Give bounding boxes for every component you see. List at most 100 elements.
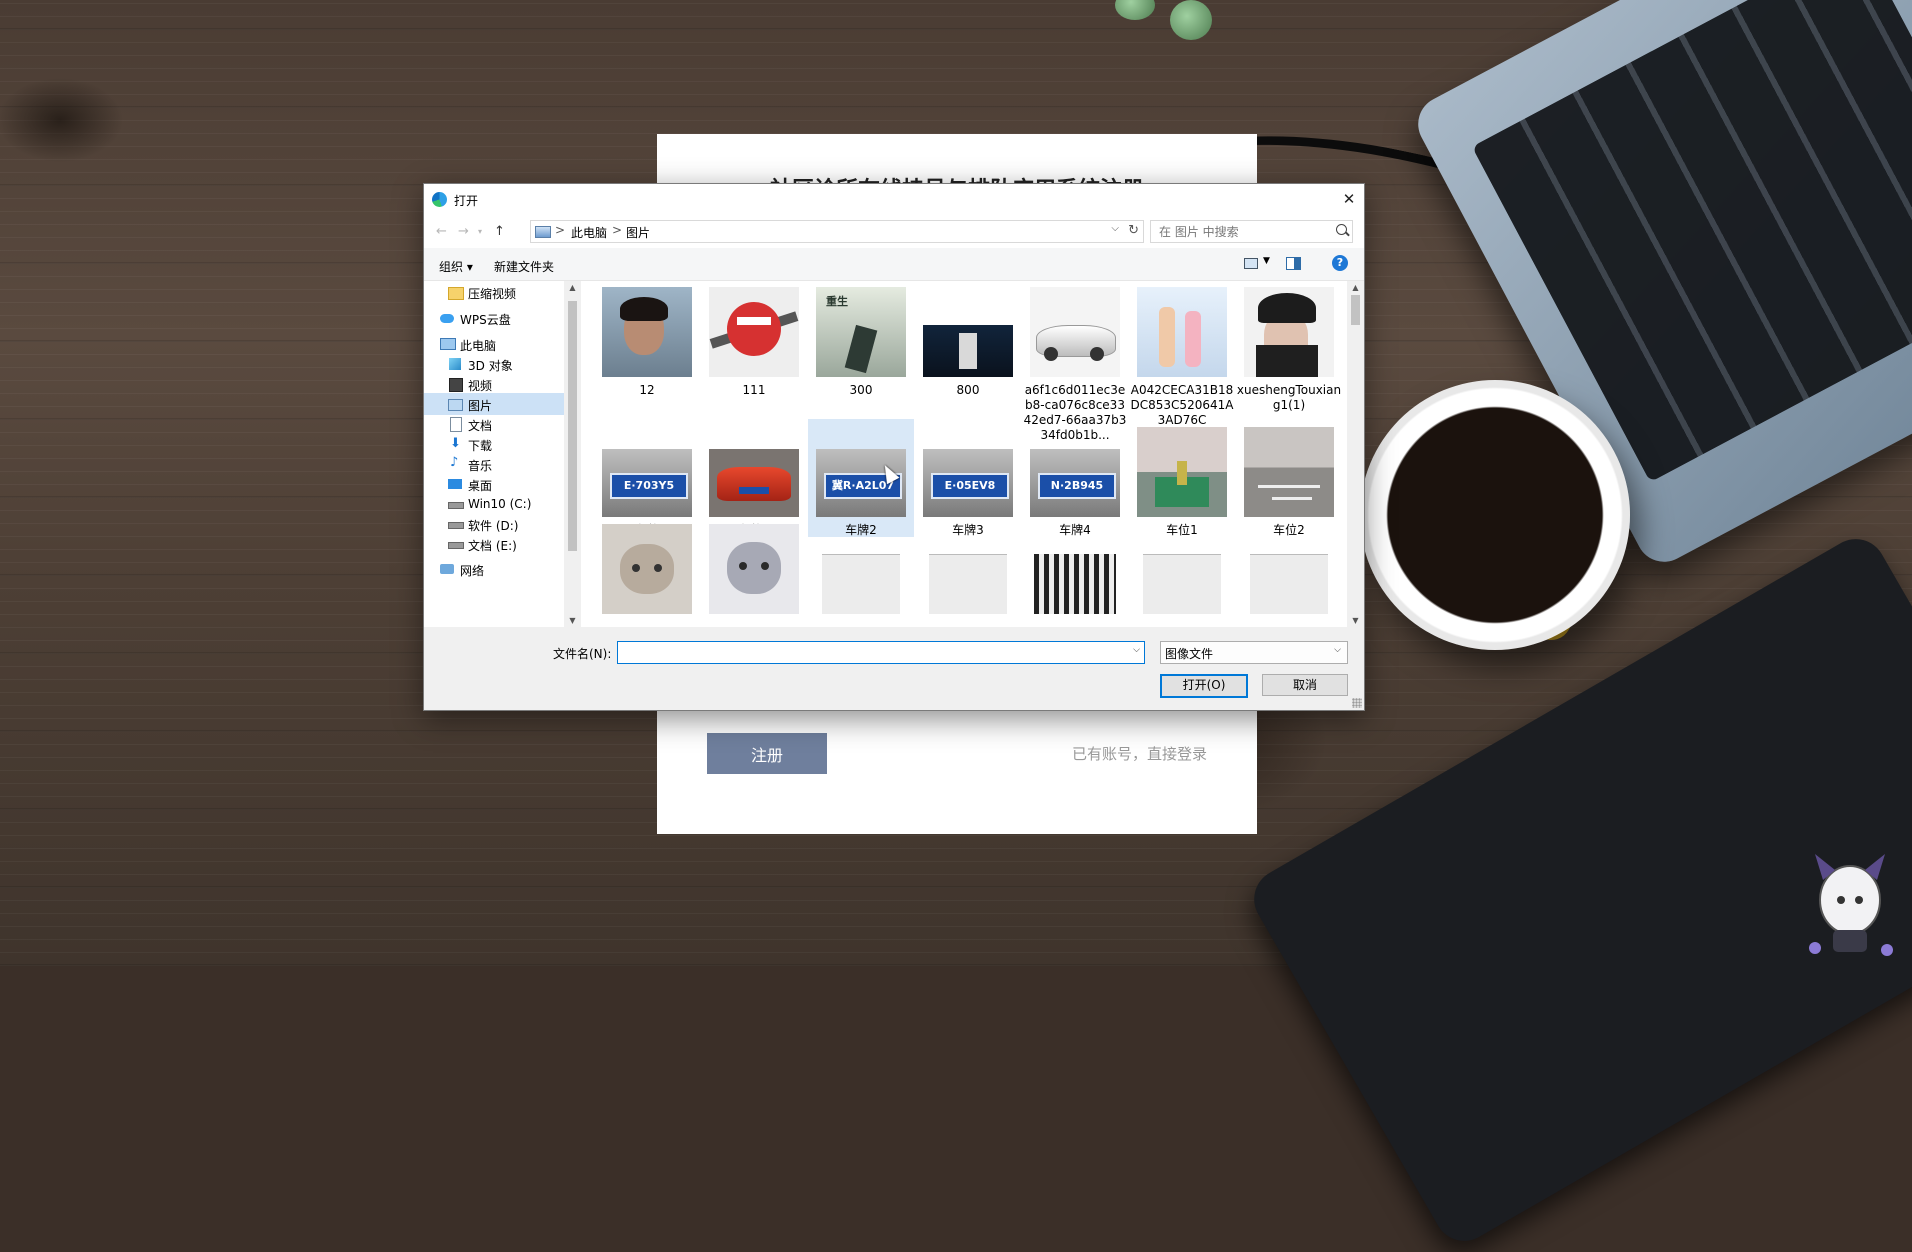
sidebar-item[interactable]: 网络 — [424, 558, 564, 580]
help-icon[interactable]: ? — [1332, 255, 1348, 271]
view-mode-icon[interactable] — [1244, 258, 1258, 269]
file-list: 12 111 重生 300 800 a6f1c6d011ec3eb8-ca076c8ce3… — [581, 281, 1347, 627]
file-thumbnail — [1030, 524, 1120, 614]
file-tile[interactable]: A042CECA31B18DC853C520641A3AD76C — [1129, 287, 1235, 437]
search-icon[interactable] — [1336, 224, 1347, 235]
file-tile[interactable] — [1236, 524, 1342, 627]
preview-pane-icon[interactable] — [1286, 257, 1301, 270]
file-tile[interactable]: 12 — [594, 287, 700, 437]
file-thumbnail — [602, 524, 692, 614]
file-tile[interactable]: a6f1c6d011ec3eb8-ca076c8ce3342ed7-66aa37… — [1022, 287, 1128, 442]
file-tile[interactable] — [594, 524, 700, 627]
file-thumbnail — [1244, 287, 1334, 377]
file-thumbnail — [923, 287, 1013, 377]
up-arrow-icon[interactable]: ↑ — [494, 224, 505, 239]
dialog-title: 打开 — [454, 194, 479, 208]
file-tile[interactable] — [808, 524, 914, 627]
scroll-down-icon[interactable]: ▼ — [564, 616, 581, 625]
sidebar-item-label: 压缩视频 — [468, 287, 517, 301]
scroll-up-icon[interactable]: ▲ — [564, 283, 581, 292]
breadcrumb-pictures[interactable]: 图片 — [626, 224, 650, 241]
file-tile[interactable]: xueshengTouxiang1(1) — [1236, 287, 1342, 437]
forward-arrow-icon[interactable]: → — [458, 224, 469, 239]
drive-icon — [448, 537, 464, 550]
scroll-up-icon[interactable]: ▲ — [1347, 283, 1364, 292]
sidebar-item[interactable]: 此电脑 — [424, 333, 564, 355]
sidebar-item[interactable]: ⬇ 下载 — [424, 433, 564, 455]
chevron-down-icon[interactable]: ▼ — [1263, 256, 1270, 266]
scroll-down-icon[interactable]: ▼ — [1347, 616, 1364, 625]
scrollbar-thumb[interactable] — [568, 301, 577, 551]
sidebar-item[interactable]: ♪ 音乐 — [424, 453, 564, 475]
file-thumbnail: E·703Y5 — [602, 427, 692, 517]
open-button[interactable]: 打开(O) — [1160, 674, 1248, 698]
chevron-down-icon[interactable]: ⌵ — [1133, 645, 1140, 655]
sidebar-item-label: WPS云盘 — [460, 313, 511, 327]
sidebar-item[interactable]: 图片 — [424, 393, 564, 415]
new-folder-button[interactable]: 新建文件夹 — [494, 258, 554, 275]
dialog-titlebar: 打开 ✕ — [424, 184, 1364, 214]
file-tile[interactable]: 111 — [701, 287, 807, 437]
file-thumbnail — [1137, 524, 1227, 614]
refresh-icon[interactable]: ↻ — [1128, 223, 1139, 238]
file-name: xueshengTouxiang1(1) — [1236, 383, 1342, 412]
register-button[interactable]: 注册 — [707, 733, 827, 774]
file-tile[interactable] — [701, 524, 807, 627]
sidebar-item[interactable]: 视频 — [424, 373, 564, 395]
file-thumbnail — [816, 524, 906, 614]
address-bar[interactable]: > 此电脑 > 图片 ⌵ ↻ — [530, 220, 1144, 243]
desktop-icon — [448, 477, 462, 490]
file-scrollbar[interactable]: ▲ ▼ — [1347, 281, 1364, 627]
close-icon[interactable]: ✕ — [1334, 184, 1364, 214]
sidebar-item[interactable]: 桌面 — [424, 473, 564, 495]
search-input[interactable] — [1151, 221, 1329, 242]
file-tile[interactable] — [915, 524, 1021, 627]
video-icon — [448, 377, 463, 392]
back-arrow-icon[interactable]: ← — [436, 224, 447, 239]
sidebar-item[interactable]: 文档 — [424, 413, 564, 435]
sidebar-item-label: 网络 — [460, 564, 485, 578]
sidebar-item[interactable]: WPS云盘 — [424, 307, 564, 329]
file-thumbnail — [709, 427, 799, 517]
filetype-select[interactable]: 图像文件 ⌵ — [1160, 641, 1348, 664]
sidebar-item-label: 音乐 — [468, 459, 493, 473]
file-thumbnail: E·05EV8 — [923, 427, 1013, 517]
chevron-down-icon[interactable]: ⌵ — [1111, 223, 1119, 234]
sidebar-item[interactable]: 文档 (E:) — [424, 533, 564, 555]
sidebar-item-label: 3D 对象 — [468, 359, 513, 373]
sidebar-item-label: 文档 (E:) — [468, 539, 517, 553]
computer-icon — [535, 226, 551, 238]
coffee-cup-decoration — [1360, 380, 1630, 650]
sidebar-item[interactable]: 压缩视频 — [424, 281, 564, 303]
nav-scrollbar[interactable]: ▲ ▼ — [564, 281, 581, 627]
filename-combobox[interactable]: ⌵ — [617, 641, 1145, 664]
cancel-button[interactable]: 取消 — [1262, 674, 1348, 696]
file-name: 800 — [956, 383, 980, 397]
login-link[interactable]: 已有账号，直接登录 — [1072, 743, 1207, 764]
breadcrumb-this-pc[interactable]: 此电脑 — [571, 224, 607, 241]
sidebar-item[interactable]: Win10 (C:) — [424, 493, 564, 515]
sidebar-item-label: 视频 — [468, 379, 493, 393]
scrollbar-thumb[interactable] — [1351, 295, 1360, 325]
filename-label: 文件名(N): — [553, 647, 612, 661]
file-thumbnail — [709, 524, 799, 614]
file-tile[interactable] — [1022, 524, 1128, 627]
search-box[interactable] — [1150, 220, 1353, 243]
file-thumbnail — [1030, 287, 1120, 377]
organize-button[interactable]: 组织 ▾ — [439, 258, 473, 275]
file-name: 12 — [639, 383, 655, 397]
resize-grip[interactable] — [1352, 698, 1362, 708]
sidebar-item[interactable]: 3D 对象 — [424, 353, 564, 375]
filename-input[interactable] — [618, 642, 1112, 663]
file-thumbnail — [602, 287, 692, 377]
file-tile[interactable]: 重生 300 — [808, 287, 914, 437]
file-tile[interactable] — [1129, 524, 1235, 627]
file-thumbnail — [1137, 287, 1227, 377]
file-thumbnail: N·2B945 — [1030, 427, 1120, 517]
recent-dropdown-icon[interactable]: ▾ — [478, 227, 482, 236]
file-tile[interactable]: 800 — [915, 287, 1021, 437]
sidebar-item[interactable]: 软件 (D:) — [424, 513, 564, 535]
drive-icon — [448, 497, 464, 510]
file-open-dialog: 打开 ✕ ← → ▾ ↑ > 此电脑 > 图片 ⌵ ↻ 组织 ▾ 新建文件夹 ▼… — [423, 183, 1365, 711]
edge-icon — [432, 192, 447, 207]
